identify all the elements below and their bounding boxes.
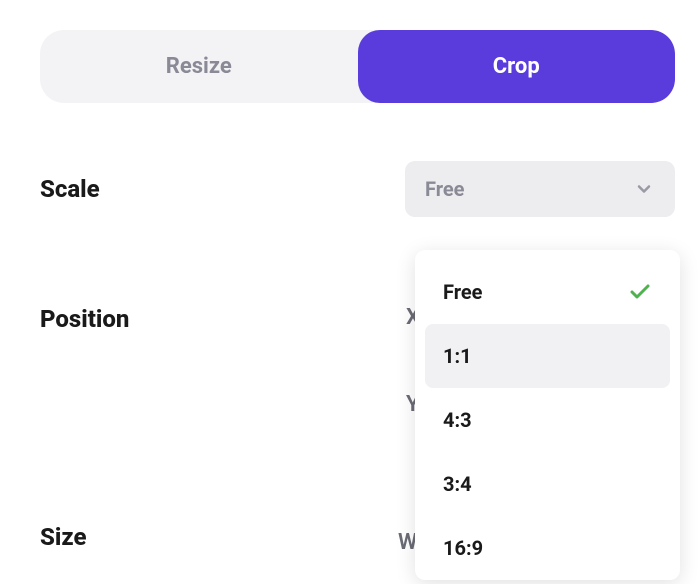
scale-select-value: Free xyxy=(425,177,464,201)
dropdown-item-free[interactable]: Free xyxy=(425,260,670,324)
scale-label: Scale xyxy=(40,175,100,203)
check-icon xyxy=(628,280,652,304)
tab-resize[interactable]: Resize xyxy=(40,30,358,103)
size-label: Size xyxy=(40,523,87,551)
position-label: Position xyxy=(40,305,129,333)
scale-select[interactable]: Free xyxy=(405,161,675,217)
chevron-down-icon xyxy=(633,178,655,200)
tab-resize-label: Resize xyxy=(166,54,232,79)
dropdown-item-3-4[interactable]: 3:4 xyxy=(425,452,670,516)
tab-crop-label: Crop xyxy=(493,54,540,79)
scale-row: Scale Free xyxy=(40,161,675,217)
dropdown-item-label: 16:9 xyxy=(443,536,483,560)
dropdown-item-1-1[interactable]: 1:1 xyxy=(425,324,670,388)
dropdown-item-label: 3:4 xyxy=(443,472,472,496)
tab-crop[interactable]: Crop xyxy=(358,30,676,103)
mode-tab-bar: Resize Crop xyxy=(40,30,675,103)
dropdown-item-label: 1:1 xyxy=(443,344,472,368)
scale-dropdown-panel: Free 1:1 4:3 3:4 16:9 xyxy=(415,250,680,580)
dropdown-item-label: Free xyxy=(443,280,482,304)
dropdown-item-label: 4:3 xyxy=(443,408,472,432)
dropdown-item-4-3[interactable]: 4:3 xyxy=(425,388,670,452)
dropdown-item-16-9[interactable]: 16:9 xyxy=(425,516,670,580)
